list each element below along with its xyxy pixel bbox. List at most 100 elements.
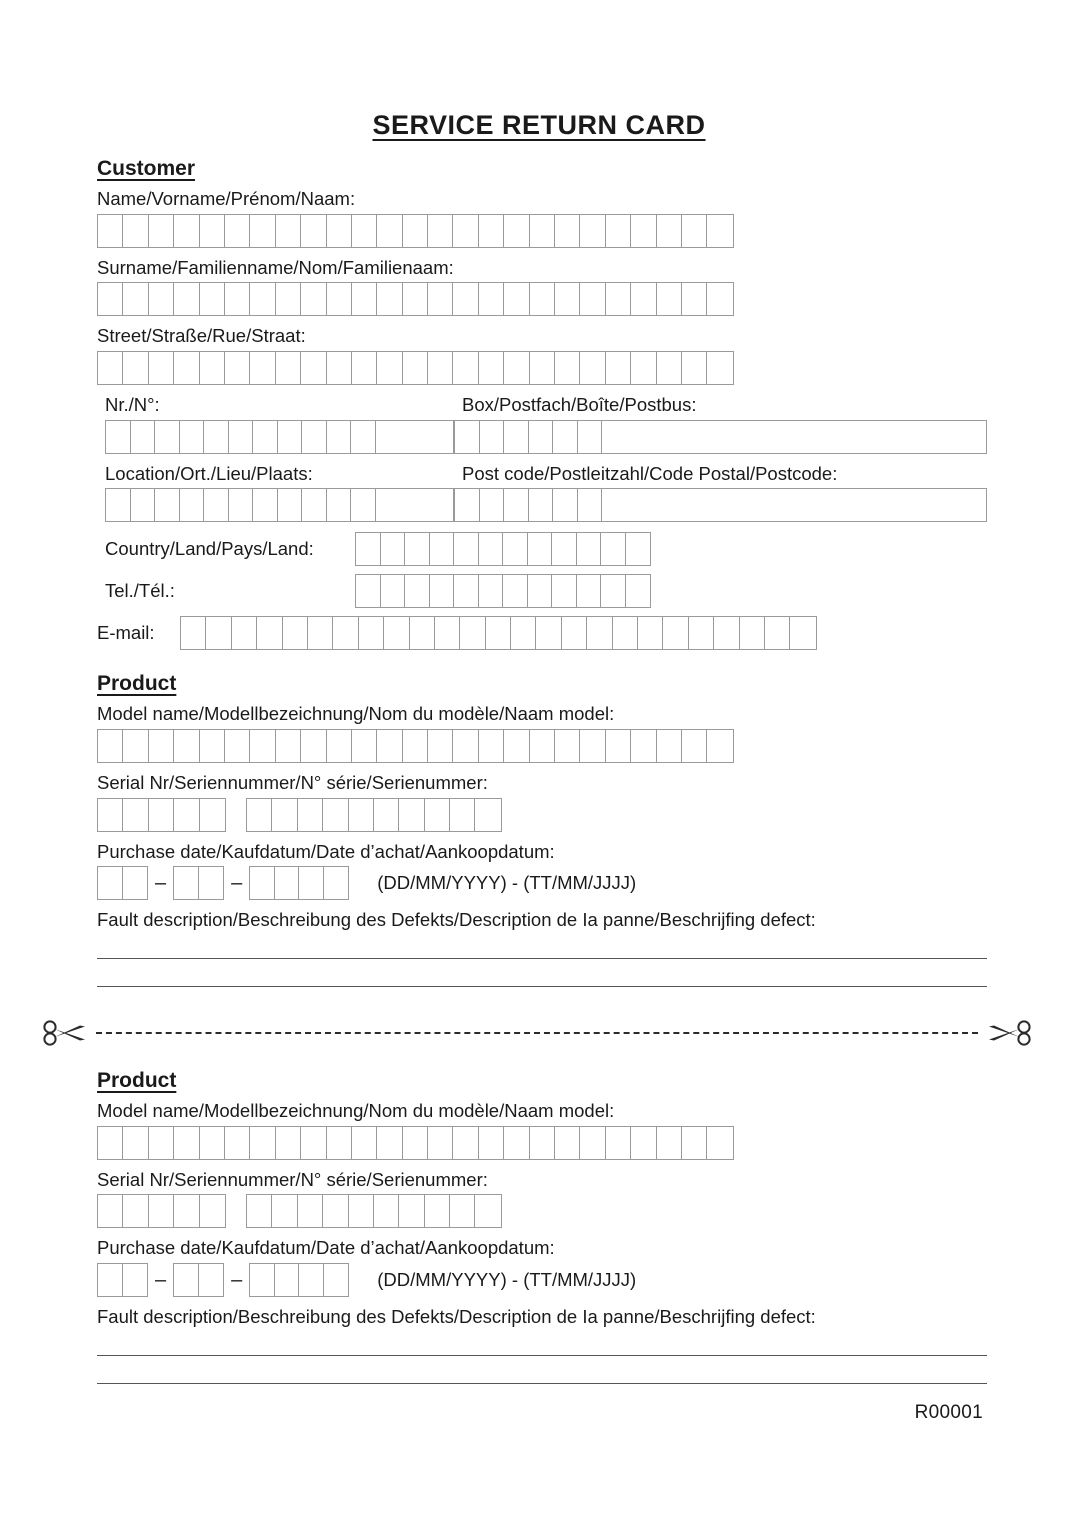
character-cell[interactable] [200,730,225,763]
character-cell[interactable] [606,730,632,763]
character-cell[interactable] [530,283,556,316]
character-cell[interactable] [272,798,298,831]
character-cell[interactable] [276,214,302,247]
character-cell[interactable] [480,489,504,522]
character-cell[interactable] [98,352,124,385]
character-cell[interactable] [450,798,476,831]
character-cell[interactable] [299,1264,324,1297]
character-cell[interactable] [479,533,503,566]
character-cell[interactable] [349,1195,374,1228]
character-cell[interactable] [435,617,461,650]
character-cell[interactable] [740,617,765,650]
character-cell[interactable] [351,420,376,453]
character-cell[interactable] [352,214,378,247]
character-cell[interactable] [453,730,479,763]
character-cell[interactable] [199,867,224,899]
input-box-grid[interactable] [454,419,987,454]
character-cell[interactable] [123,730,149,763]
character-cell[interactable] [275,867,300,900]
character-cell[interactable] [232,617,258,650]
character-cell[interactable] [403,283,429,316]
character-cell[interactable] [349,798,374,831]
character-cell[interactable] [352,1126,378,1159]
character-cell[interactable] [374,798,400,831]
input-serial-top-grid-a[interactable] [97,797,226,832]
character-cell[interactable] [601,533,626,566]
character-cell[interactable] [250,1126,276,1159]
character-cell[interactable] [149,798,175,831]
character-cell[interactable] [504,1126,530,1159]
character-cell[interactable] [453,283,479,316]
character-cell[interactable] [155,489,180,522]
character-cell[interactable] [450,1195,476,1228]
character-cell[interactable] [626,533,651,565]
character-cell[interactable] [606,1126,632,1159]
character-cell[interactable] [323,1195,349,1228]
character-cell[interactable] [552,533,577,566]
character-cell[interactable] [580,1126,606,1159]
character-cell[interactable] [250,730,276,763]
character-cell[interactable] [250,867,275,900]
character-cell[interactable] [200,1126,225,1159]
character-cell[interactable] [580,352,606,385]
character-cell[interactable] [689,617,715,650]
character-cell[interactable] [174,867,199,900]
character-cell[interactable] [149,283,175,316]
character-cell[interactable] [352,283,378,316]
character-cell[interactable] [225,283,251,316]
character-cell[interactable] [149,352,175,385]
character-cell[interactable] [425,1195,451,1228]
character-cell[interactable] [428,283,454,316]
character-cell[interactable] [528,575,552,608]
character-cell[interactable] [359,617,385,650]
character-cell[interactable] [324,1264,349,1296]
character-cell[interactable] [453,1126,479,1159]
input-location-grid[interactable] [105,488,454,523]
character-cell[interactable] [552,575,577,608]
character-cell[interactable] [123,352,149,385]
character-cell[interactable] [225,214,251,247]
character-cell[interactable] [504,352,530,385]
character-cell[interactable] [174,214,200,247]
character-cell[interactable] [580,214,606,247]
character-cell[interactable] [253,489,278,522]
character-cell[interactable] [155,420,180,453]
character-cell[interactable] [106,420,131,453]
character-cell[interactable] [479,1126,505,1159]
character-cell[interactable] [351,489,376,522]
character-cell[interactable] [580,283,606,316]
character-cell[interactable] [229,489,253,522]
character-cell[interactable] [381,533,405,566]
character-cell[interactable] [503,575,528,608]
character-cell[interactable] [631,1126,657,1159]
character-cell[interactable] [454,575,479,608]
character-cell[interactable] [613,617,639,650]
character-cell[interactable] [327,489,351,522]
character-cell[interactable] [278,489,302,522]
character-cell[interactable] [123,214,149,247]
character-cell[interactable] [428,352,454,385]
character-cell[interactable] [682,1126,708,1159]
character-cell[interactable] [298,798,324,831]
character-cell[interactable] [553,489,578,522]
character-cell[interactable] [98,1126,124,1159]
character-cell[interactable] [376,421,401,453]
character-cell[interactable] [174,283,200,316]
character-cell[interactable] [602,421,627,453]
character-cell[interactable] [486,617,512,650]
character-cell[interactable] [250,352,276,385]
character-cell[interactable] [352,352,378,385]
character-cell[interactable] [123,867,148,899]
character-cell[interactable] [480,420,504,453]
character-cell[interactable] [302,489,327,522]
character-cell[interactable] [200,283,225,316]
character-cell[interactable] [403,730,429,763]
character-cell[interactable] [707,730,732,762]
character-cell[interactable] [257,617,283,650]
character-cell[interactable] [374,1195,400,1228]
character-cell[interactable] [638,617,664,650]
character-cell[interactable] [657,214,682,247]
character-cell[interactable] [149,214,175,247]
character-cell[interactable] [174,352,200,385]
character-cell[interactable] [301,283,327,316]
